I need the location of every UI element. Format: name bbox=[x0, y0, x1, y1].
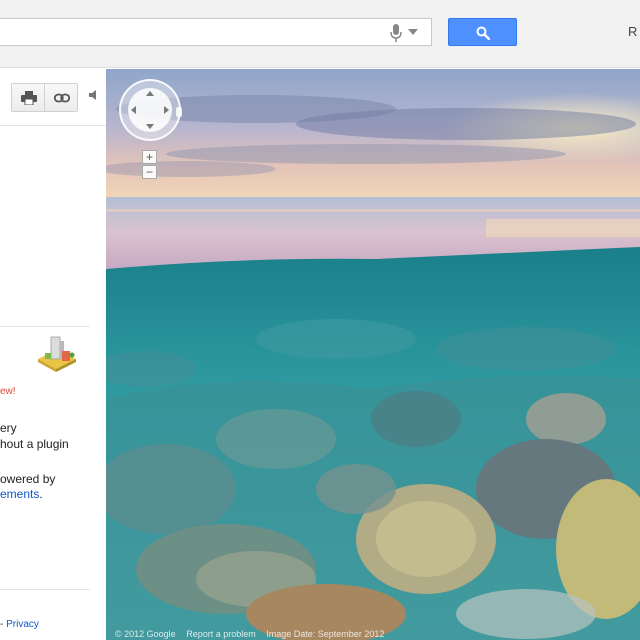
new-badge: ew! bbox=[0, 386, 16, 397]
info-line-1: ery bbox=[0, 421, 17, 435]
pan-control[interactable] bbox=[119, 79, 181, 141]
print-button[interactable] bbox=[11, 83, 45, 112]
magnifier-icon bbox=[476, 26, 490, 40]
street-view-footer: © 2012 Google Report a problem Image Dat… bbox=[115, 629, 392, 639]
street-view-panorama[interactable]: + − © 2012 Google Report a problem Image… bbox=[106, 69, 640, 640]
pan-control-inner bbox=[128, 88, 172, 132]
pan-down-icon[interactable] bbox=[146, 124, 154, 129]
print-icon bbox=[21, 91, 37, 105]
info-line-3: owered by bbox=[0, 472, 56, 486]
pan-right-icon[interactable] bbox=[164, 106, 169, 114]
info-line-2: hout a plugin bbox=[0, 437, 69, 451]
panel-divider-bottom bbox=[0, 589, 90, 590]
zoom-in-button[interactable]: + bbox=[142, 150, 157, 164]
pan-left-icon[interactable] bbox=[131, 106, 136, 114]
compass-tab[interactable] bbox=[176, 107, 182, 117]
gallery-building-icon[interactable] bbox=[36, 333, 78, 373]
link-icon bbox=[54, 93, 70, 103]
zoom-out-button[interactable]: − bbox=[142, 165, 157, 179]
privacy-link[interactable]: Privacy bbox=[6, 619, 39, 630]
report-problem-link[interactable]: Report a problem bbox=[186, 629, 256, 639]
underwater-reef-image bbox=[106, 69, 640, 640]
requirements-link[interactable]: ements bbox=[0, 487, 39, 501]
microphone-icon[interactable] bbox=[390, 24, 402, 42]
panel-divider bbox=[0, 326, 90, 327]
speaker-icon[interactable] bbox=[89, 89, 97, 101]
info-line-4-end: . bbox=[39, 487, 43, 501]
panel-footer: - Privacy bbox=[0, 619, 39, 630]
header-right-text[interactable]: R bbox=[628, 24, 637, 39]
top-bar: R bbox=[0, 0, 640, 68]
copyright-text: © 2012 Google bbox=[115, 629, 176, 639]
caret-down-icon[interactable] bbox=[408, 29, 418, 35]
info-line-4: ements. bbox=[0, 487, 43, 501]
image-date-text: Image Date: September 2012 bbox=[266, 629, 385, 639]
search-input[interactable] bbox=[0, 18, 432, 46]
link-button[interactable] bbox=[44, 83, 78, 112]
side-panel: ew! ery hout a plugin owered by ements. … bbox=[0, 69, 106, 640]
pan-up-icon[interactable] bbox=[146, 91, 154, 96]
search-button[interactable] bbox=[448, 18, 517, 46]
